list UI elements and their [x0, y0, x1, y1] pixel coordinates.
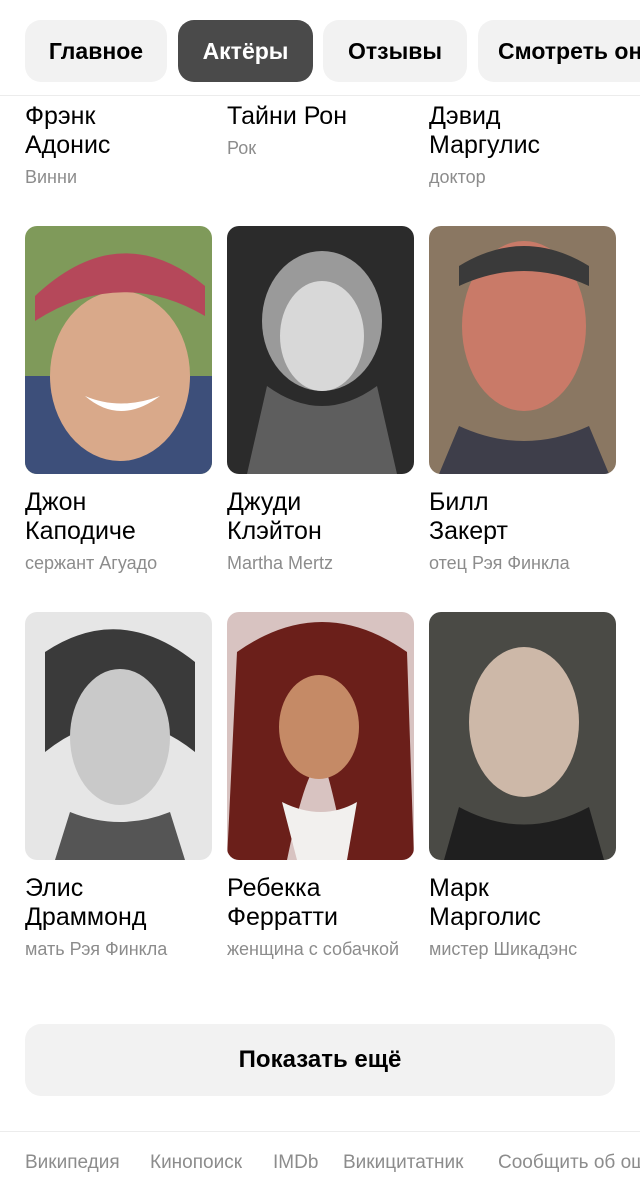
actor-role: отец Рэя Финкла — [429, 553, 570, 573]
footer-link-imdb[interactable]: IMDb — [273, 1152, 318, 1174]
actor-role: сержант Агуадо — [25, 553, 158, 573]
actor-card[interactable]: Марк Марголис мистер Шикадэнс — [429, 612, 619, 963]
actor-name: Фрэнк Адонис — [25, 102, 111, 159]
actor-card[interactable]: Джуди Клэйтон Martha Mertz — [227, 226, 417, 577]
footer-links: Википедия Кинопоиск IMDb Викицитатник Со… — [0, 1131, 640, 1186]
tab-reviews[interactable]: Отзывы — [323, 20, 467, 82]
actor-card[interactable]: Ребекка Ферратти женщина с собачкой — [227, 612, 417, 963]
actor-role: доктор — [429, 167, 486, 187]
actor-name: Джон Каподиче — [25, 488, 136, 545]
actor-role: Рок — [227, 138, 257, 158]
section-tabs: Главное Актёры Отзывы Смотреть онлайн — [0, 0, 640, 96]
actor-name: Тайни Рон — [227, 102, 348, 130]
actor-role: женщина с собачкой — [227, 939, 400, 959]
actor-role: мистер Шикадэнс — [429, 939, 578, 959]
footer-link-wikipedia[interactable]: Википедия — [25, 1152, 120, 1174]
tab-main[interactable]: Главное — [25, 20, 167, 82]
actor-photo[interactable] — [25, 612, 212, 860]
actor-name: Джуди Клэйтон — [227, 488, 322, 545]
actor-name: Билл Закерт — [429, 488, 508, 545]
actor-role: мать Рэя Финкла — [25, 939, 168, 959]
actor-name: Дэвид Маргулис — [429, 102, 541, 159]
actor-photo[interactable] — [25, 226, 212, 474]
actor-card[interactable]: Дэвид Маргулис доктор — [429, 88, 619, 191]
actor-photo[interactable] — [227, 612, 414, 860]
actor-card[interactable]: Тайни Рон Рок — [227, 88, 417, 162]
footer-link-kinopoisk[interactable]: Кинопоиск — [150, 1152, 242, 1174]
actor-photo[interactable] — [227, 226, 414, 474]
actor-name: Марк Марголис — [429, 874, 541, 931]
actor-card[interactable]: Элис Драммонд мать Рэя Финкла — [25, 612, 215, 963]
actor-photo[interactable] — [429, 612, 616, 860]
tab-watch-online[interactable]: Смотреть онлайн — [478, 20, 640, 82]
actor-card[interactable]: Джон Каподиче сержант Агуадо — [25, 226, 215, 577]
footer-link-wikiquote[interactable]: Викицитатник — [343, 1152, 463, 1174]
actor-card[interactable]: Фрэнк Адонис Винни — [25, 88, 215, 191]
actor-role: Martha Mertz — [227, 553, 334, 573]
actor-role: Винни — [25, 167, 77, 187]
actor-name: Ребекка Ферратти — [227, 874, 338, 931]
tab-actors[interactable]: Актёры — [178, 20, 313, 82]
actor-name: Элис Драммонд — [25, 874, 147, 931]
footer-link-report-error[interactable]: Сообщить об ошибке — [498, 1152, 640, 1174]
actor-card[interactable]: Билл Закерт отец Рэя Финкла — [429, 226, 619, 577]
actor-photo[interactable] — [429, 226, 616, 474]
show-more-button[interactable]: Показать ещё — [25, 1024, 615, 1096]
